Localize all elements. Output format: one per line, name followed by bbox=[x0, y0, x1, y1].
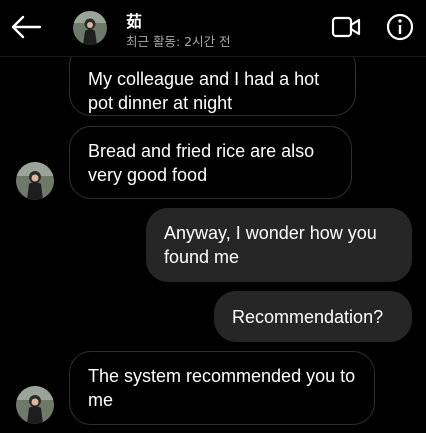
message-text: Anyway, I wonder how you found me bbox=[164, 223, 377, 267]
header-avatar[interactable] bbox=[73, 11, 107, 45]
info-button[interactable] bbox=[384, 11, 416, 43]
incoming-message[interactable]: The system recommended you to me bbox=[69, 351, 375, 425]
profile-photo-icon bbox=[16, 162, 54, 200]
message-text: Bread and fried rice are also very good … bbox=[88, 140, 315, 185]
incoming-message[interactable]: Bread and fried rice are also very good … bbox=[69, 126, 352, 199]
message-text: The system recommended you to me bbox=[88, 366, 356, 410]
outgoing-message[interactable]: Recommendation? bbox=[214, 291, 412, 342]
chat-header: 茹 최근 활동: 2시간 전 bbox=[0, 0, 426, 57]
contact-name[interactable]: 茹 bbox=[126, 8, 142, 32]
arrow-left-icon bbox=[11, 15, 42, 39]
message-text: My colleague and I had a hot pot dinner … bbox=[88, 69, 320, 113]
back-button[interactable] bbox=[8, 10, 44, 44]
avatar[interactable] bbox=[16, 162, 54, 200]
info-circle-icon bbox=[386, 13, 414, 41]
message-thread: My colleague and I had a hot pot dinner … bbox=[0, 0, 426, 433]
message-text: Recommendation? bbox=[232, 306, 384, 327]
profile-photo-icon bbox=[16, 386, 54, 424]
video-camera-icon bbox=[331, 16, 361, 38]
outgoing-message[interactable]: Anyway, I wonder how you found me bbox=[146, 208, 412, 282]
video-call-button[interactable] bbox=[329, 12, 363, 42]
profile-photo-icon bbox=[73, 11, 107, 45]
last-active-status: 최근 활동: 2시간 전 bbox=[126, 34, 231, 49]
avatar[interactable] bbox=[16, 386, 54, 424]
